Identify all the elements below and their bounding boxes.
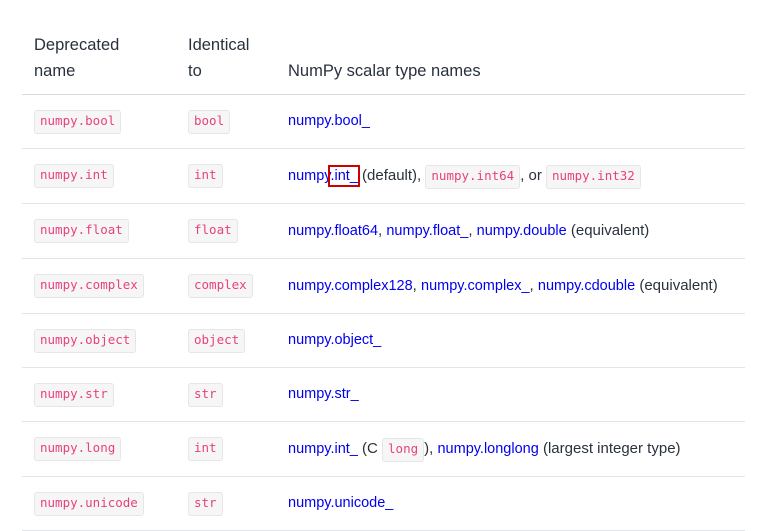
cell-identical-to: int: [176, 422, 275, 477]
cell-deprecated-name: numpy.int: [22, 149, 176, 204]
cell-numpy-scalar-type-names: numpy.int_ (default), numpy.int64, or nu…: [275, 149, 745, 204]
cell-deprecated-name: numpy.long: [22, 422, 176, 477]
code-chip-deprecated: numpy.unicode: [34, 492, 144, 516]
inline-note-text: (C: [358, 440, 382, 457]
cell-identical-to: complex: [176, 259, 275, 314]
code-chip-deprecated: numpy.bool: [34, 110, 121, 134]
type-link-numpy-int-[interactable]: numpy.int_: [288, 441, 358, 457]
table-row: numpy.object object numpy.object_: [22, 314, 745, 368]
table-row: numpy.long int numpy.int_ (C long), numpy.…: [22, 422, 745, 477]
scalar-type-list: numpy.int_ (default), numpy.int64, or nu…: [288, 168, 641, 184]
cell-numpy-scalar-type-names: numpy.unicode_: [275, 477, 745, 531]
type-link-numpy-longlong[interactable]: numpy.longlong: [437, 441, 538, 457]
table-row: numpy.int int numpy.int_ (default), numpy.…: [22, 149, 745, 204]
code-chip-deprecated: numpy.complex: [34, 274, 144, 298]
table-header: Deprecated name Identical to NumPy scala…: [22, 22, 745, 95]
code-chip-numpy-int64: numpy.int64: [425, 165, 520, 189]
code-chip-identical: str: [188, 383, 223, 407]
cell-deprecated-name: numpy.complex: [22, 259, 176, 314]
inline-note-text: ,: [530, 277, 538, 294]
inline-note-text: , or: [520, 167, 546, 184]
table-row: numpy.str str numpy.str_: [22, 368, 745, 422]
cell-numpy-scalar-type-names: numpy.bool_: [275, 95, 745, 149]
cell-identical-to: object: [176, 314, 275, 368]
cell-identical-to: float: [176, 204, 275, 259]
cell-numpy-scalar-type-names: numpy.str_: [275, 368, 745, 422]
cell-identical-to: str: [176, 368, 275, 422]
scalar-type-list: numpy.unicode_: [288, 495, 393, 511]
column-header-deprecated-name: Deprecated name: [22, 22, 176, 95]
type-link-numpy-float64[interactable]: numpy.float64: [288, 223, 378, 239]
table-row: numpy.unicode str numpy.unicode_: [22, 477, 745, 531]
inline-note-text: ),: [424, 440, 437, 457]
inline-note-text: ,: [413, 277, 421, 294]
code-chip-identical: int: [188, 437, 223, 461]
type-link-numpy-unicode-[interactable]: numpy.unicode_: [288, 495, 393, 511]
type-link-numpy-complex-[interactable]: numpy.complex_: [421, 278, 530, 294]
cell-numpy-scalar-type-names: numpy.float64, numpy.float_, numpy.doubl…: [275, 204, 745, 259]
table-row: numpy.bool bool numpy.bool_: [22, 95, 745, 149]
code-chip-numpy-int32: numpy.int32: [546, 165, 641, 189]
table-row: numpy.float float numpy.float64, numpy.flo…: [22, 204, 745, 259]
code-chip-identical: object: [188, 329, 245, 353]
cell-deprecated-name: numpy.unicode: [22, 477, 176, 531]
table-body: numpy.boolboolnumpy.bool_numpy.intintnum…: [22, 95, 745, 531]
cell-numpy-scalar-type-names: numpy.object_: [275, 314, 745, 368]
code-chip-deprecated: numpy.long: [34, 437, 121, 461]
type-link-numpy-complex128[interactable]: numpy.complex128: [288, 278, 413, 294]
code-chip-identical: float: [188, 219, 238, 243]
type-link-numpy-int-[interactable]: numpy.int_: [288, 168, 358, 184]
table-row: numpy.complex complex numpy.complex128, nu…: [22, 259, 745, 314]
type-link-numpy-bool-[interactable]: numpy.bool_: [288, 113, 370, 129]
deprecated-type-aliases-table: Deprecated name Identical to NumPy scala…: [22, 22, 745, 531]
code-chip-deprecated: numpy.int: [34, 164, 114, 188]
cell-deprecated-name: numpy.float: [22, 204, 176, 259]
cell-identical-to: int: [176, 149, 275, 204]
scalar-type-list: numpy.str_: [288, 386, 359, 402]
inline-note-text: (default),: [358, 167, 426, 184]
code-chip-identical: bool: [188, 110, 230, 134]
type-link-numpy-float-[interactable]: numpy.float_: [386, 223, 468, 239]
inline-note-text: (equivalent): [635, 277, 718, 294]
cell-numpy-scalar-type-names: numpy.complex128, numpy.complex_, numpy.…: [275, 259, 745, 314]
code-chip-deprecated: numpy.str: [34, 383, 114, 407]
cell-numpy-scalar-type-names: numpy.int_ (C long), numpy.longlong (lar…: [275, 422, 745, 477]
scalar-type-list: numpy.float64, numpy.float_, numpy.doubl…: [288, 223, 649, 239]
scalar-type-list: numpy.complex128, numpy.complex_, numpy.…: [288, 278, 718, 294]
type-link-numpy-str-[interactable]: numpy.str_: [288, 386, 359, 402]
scalar-type-list: numpy.int_ (C long), numpy.longlong (lar…: [288, 441, 681, 457]
code-chip-long: long: [382, 438, 424, 462]
column-header-identical-to: Identical to: [176, 22, 275, 95]
scalar-type-list: numpy.bool_: [288, 113, 370, 129]
code-chip-identical: str: [188, 492, 223, 516]
cell-deprecated-name: numpy.bool: [22, 95, 176, 149]
type-link-numpy-object-[interactable]: numpy.object_: [288, 332, 381, 348]
cell-identical-to: str: [176, 477, 275, 531]
code-chip-identical: complex: [188, 274, 253, 298]
code-chip-deprecated: numpy.object: [34, 329, 136, 353]
cell-deprecated-name: numpy.object: [22, 314, 176, 368]
inline-note-text: (largest integer type): [539, 440, 681, 457]
scalar-type-list: numpy.object_: [288, 332, 381, 348]
type-link-numpy-cdouble[interactable]: numpy.cdouble: [538, 278, 635, 294]
table-header-row: Deprecated name Identical to NumPy scala…: [22, 22, 745, 95]
code-chip-identical: int: [188, 164, 223, 188]
type-link-numpy-double[interactable]: numpy.double: [477, 223, 567, 239]
column-header-numpy-scalar-type-names: NumPy scalar type names: [275, 22, 745, 95]
inline-note-text: ,: [468, 222, 476, 239]
cell-deprecated-name: numpy.str: [22, 368, 176, 422]
inline-note-text: (equivalent): [567, 222, 650, 239]
cell-identical-to: bool: [176, 95, 275, 149]
code-chip-deprecated: numpy.float: [34, 219, 129, 243]
